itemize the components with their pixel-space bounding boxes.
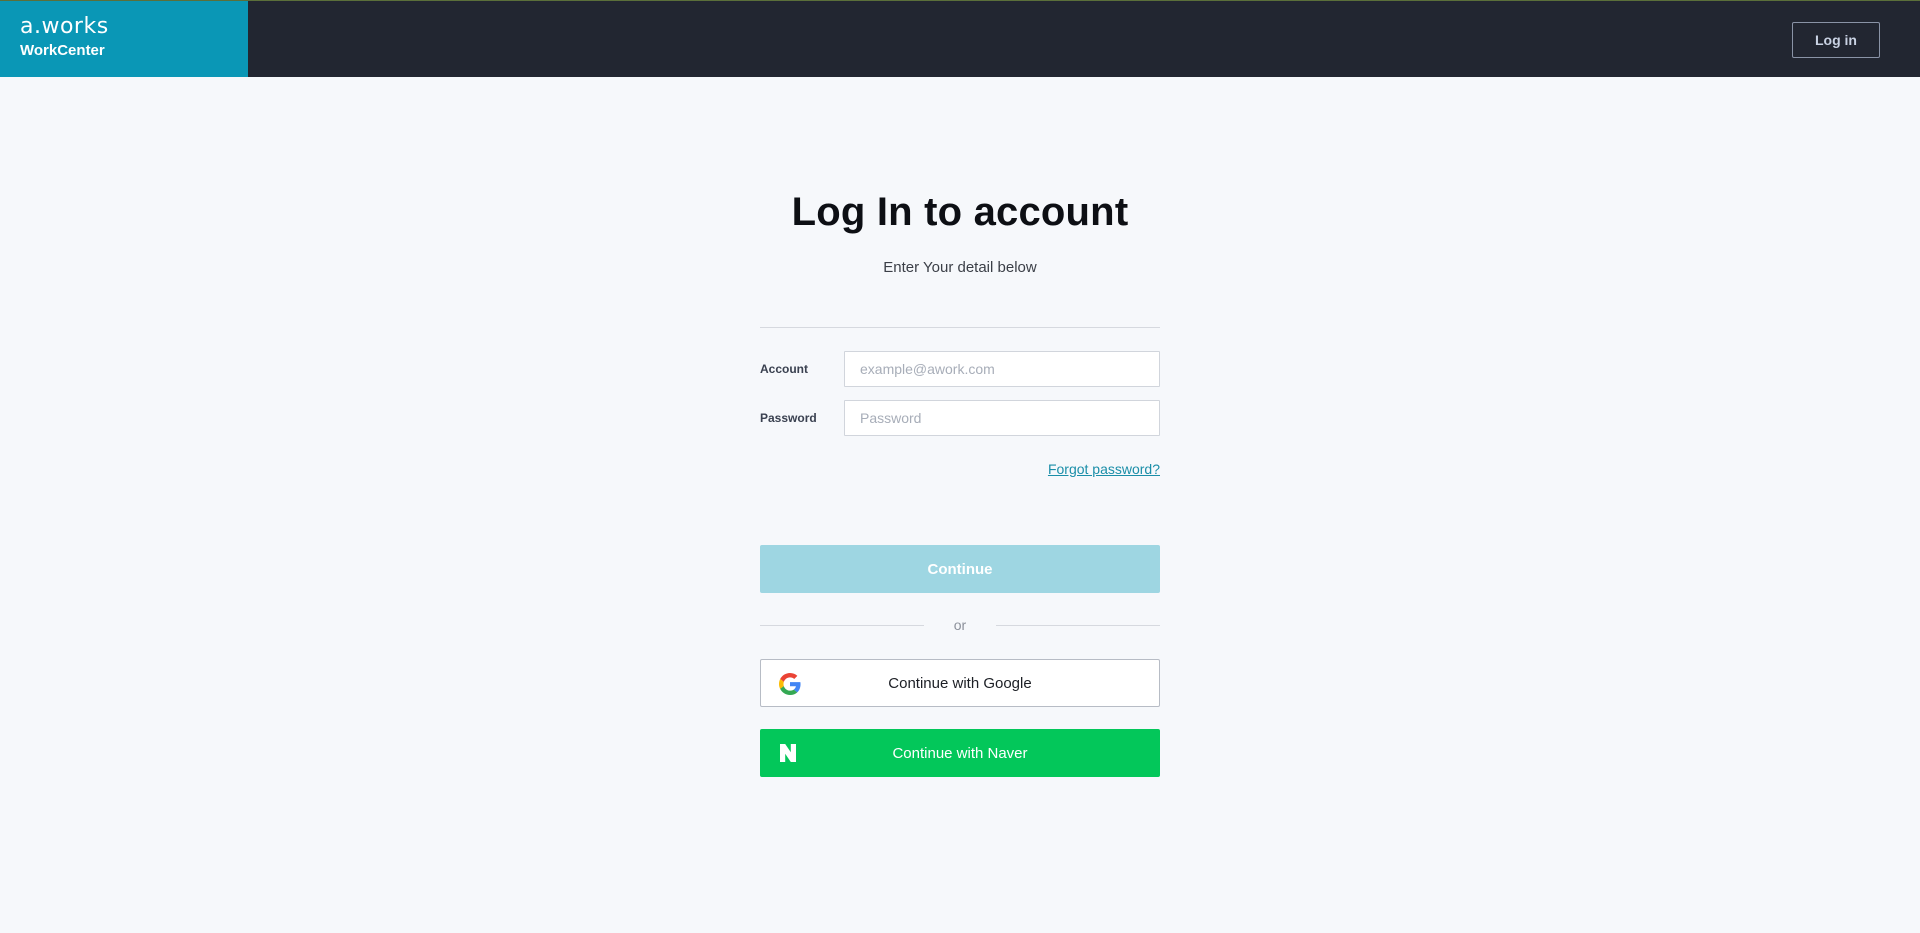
forgot-password-link[interactable]: Forgot password? xyxy=(1048,461,1160,477)
or-line-left xyxy=(760,624,924,626)
account-row: Account xyxy=(760,351,1160,387)
divider xyxy=(760,327,1160,328)
google-button-label: Continue with Google xyxy=(888,674,1032,692)
header-login-button[interactable]: Log in xyxy=(1792,22,1880,58)
top-header: a.works WorkCenter Log in xyxy=(0,0,1920,77)
password-label: Password xyxy=(760,411,817,425)
brand-name: WorkCenter xyxy=(20,42,105,59)
google-icon xyxy=(779,673,801,695)
or-label: or xyxy=(953,617,967,633)
naver-icon xyxy=(780,744,796,762)
brand-logo: a.works xyxy=(20,14,109,39)
password-row: Password xyxy=(760,400,1160,436)
password-input[interactable] xyxy=(844,400,1160,436)
page-title: Log In to account xyxy=(791,190,1129,234)
continue-with-google-button[interactable]: Continue with Google xyxy=(760,659,1160,707)
account-input[interactable] xyxy=(844,351,1160,387)
or-line-right xyxy=(996,624,1160,626)
naver-button-label: Continue with Naver xyxy=(892,744,1028,762)
page-subtitle: Enter Your detail below xyxy=(883,259,1037,276)
account-label: Account xyxy=(760,362,808,376)
or-separator: or xyxy=(760,615,1160,635)
continue-button[interactable]: Continue xyxy=(760,545,1160,593)
brand-block[interactable]: a.works WorkCenter xyxy=(0,1,248,77)
continue-with-naver-button[interactable]: Continue with Naver xyxy=(760,729,1160,777)
